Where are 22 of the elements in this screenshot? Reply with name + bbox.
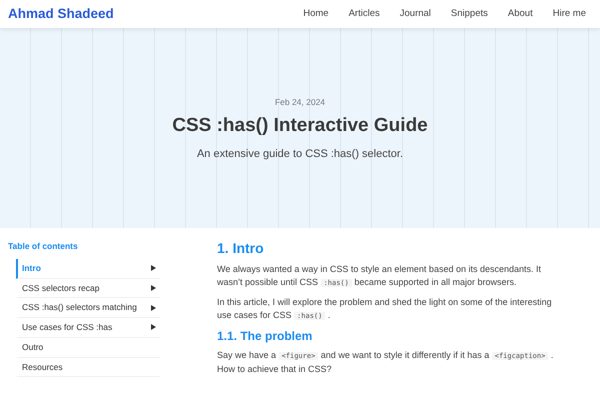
post-title: CSS :has() Interactive Guide [171,114,429,138]
nav-link[interactable]: Hire me [552,6,586,22]
site-logo[interactable]: Ahmad Shadeed [8,4,114,24]
expand-triangle-icon[interactable] [151,324,156,330]
post-subtitle: An extensive guide to CSS :has() selector. [196,146,404,162]
expand-triangle-icon[interactable] [151,304,156,311]
post-date: Feb 24, 2024 [274,96,326,109]
section-heading: 1. Intro [217,240,265,257]
toc-link[interactable]: Resources [16,358,160,378]
expand-triangle-icon[interactable] [151,284,156,291]
toc-link[interactable]: CSS :has() selectors matching [16,298,160,318]
toc-link[interactable]: Use cases for CSS :has [16,318,160,338]
expand-triangle-icon[interactable] [151,265,156,272]
nav-link[interactable]: Snippets [450,6,488,22]
nav-link[interactable]: Articles [348,6,380,22]
toc-heading: Table of contents [8,240,79,253]
nav-link[interactable]: Journal [400,6,431,22]
nav-link[interactable]: About [508,6,533,22]
toc-link[interactable]: CSS selectors recap [16,278,160,298]
nav-link[interactable]: Home [303,6,329,22]
subsection-heading: 1.1. The problem [217,328,314,344]
toc-link[interactable]: Outro [16,338,160,358]
